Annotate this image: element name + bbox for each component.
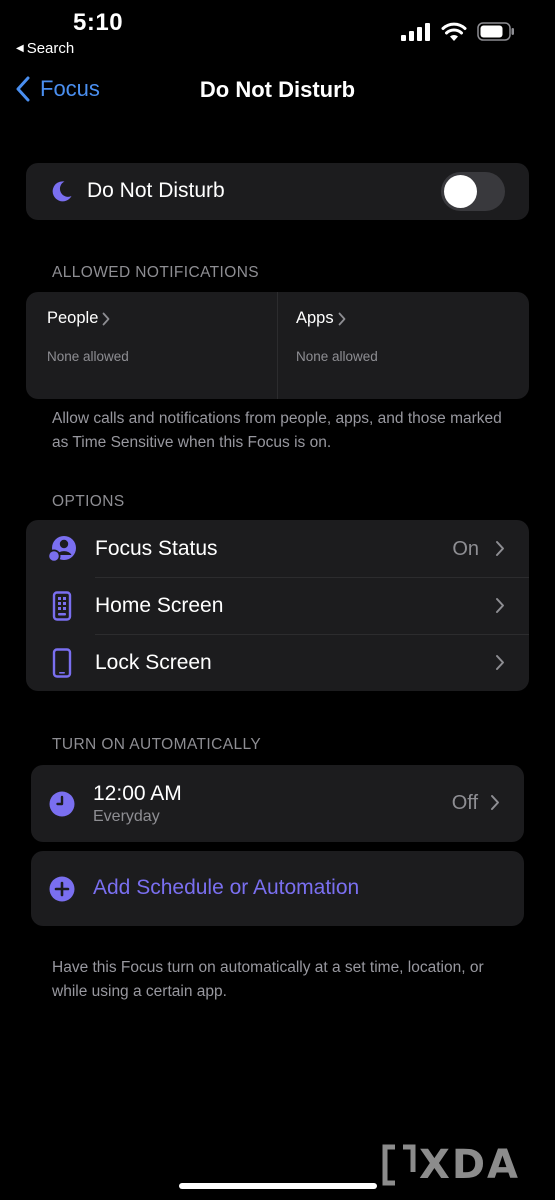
back-to-search-button[interactable]: ◀ Search	[16, 40, 74, 57]
schedule-time: 12:00 AM	[93, 782, 182, 805]
lock-screen-label: Lock Screen	[95, 651, 212, 674]
dnd-label: Do Not Disturb	[87, 179, 225, 202]
battery-icon	[477, 22, 514, 41]
dnd-toggle-row: Do Not Disturb	[26, 163, 529, 220]
wifi-icon	[441, 22, 467, 41]
back-app-label: Search	[26, 40, 75, 57]
chevron-right-icon	[491, 795, 499, 810]
focus-status-icon	[46, 534, 78, 564]
people-title: People	[47, 309, 99, 327]
focus-status-value: On	[452, 538, 479, 560]
status-icons	[401, 22, 515, 41]
automatic-footnote: Have this Focus turn on automatically at…	[52, 959, 484, 1000]
schedule-subtitle: Everyday	[93, 808, 160, 825]
allowed-footnote: Allow calls and notifications from peopl…	[52, 410, 502, 451]
people-subtitle: None allowed	[47, 349, 129, 364]
home-screen-icon	[46, 591, 78, 621]
moon-icon	[52, 181, 72, 202]
add-schedule-label: Add Schedule or Automation	[93, 876, 360, 899]
options-card: Focus Status On Home Screen Lock Screen	[26, 520, 529, 691]
xda-logo-text: XDA	[419, 1142, 520, 1188]
dnd-toggle-switch[interactable]	[441, 172, 505, 211]
people-allowed-button[interactable]: People None allowed	[26, 292, 277, 399]
options-header: OPTIONS	[52, 493, 125, 510]
home-indicator[interactable]	[179, 1183, 377, 1189]
lock-screen-icon	[46, 648, 78, 678]
allowed-notifications-header: ALLOWED NOTIFICATIONS	[52, 264, 260, 281]
chevron-right-icon	[496, 655, 504, 670]
chevron-right-icon	[496, 598, 504, 613]
toggle-knob	[444, 175, 477, 208]
clock-icon	[49, 791, 75, 817]
xda-bracket-icon	[382, 1144, 416, 1186]
xda-watermark-logo: XDA	[381, 1142, 520, 1188]
cellular-signal-icon	[401, 22, 430, 41]
schedule-row[interactable]: 12:00 AM Everyday Off	[31, 765, 524, 842]
home-screen-label: Home Screen	[95, 594, 224, 617]
schedule-status: Off	[451, 792, 478, 814]
focus-status-row[interactable]: Focus Status On	[26, 520, 529, 577]
status-time: 5:10	[73, 9, 124, 36]
home-screen-row[interactable]: Home Screen	[26, 577, 529, 634]
turn-on-automatically-header: TURN ON AUTOMATICALLY	[52, 736, 262, 753]
page-title: Do Not Disturb	[199, 77, 356, 102]
apps-subtitle: None allowed	[296, 349, 378, 364]
apps-title: Apps	[296, 309, 334, 327]
chevron-right-icon	[102, 312, 110, 325]
back-triangle-icon: ◀	[16, 43, 24, 54]
focus-status-label: Focus Status	[95, 537, 218, 560]
chevron-right-icon	[496, 541, 504, 556]
lock-screen-row[interactable]: Lock Screen	[26, 634, 529, 691]
allowed-notifications-card: People None allowed Apps None allowed	[26, 292, 529, 399]
plus-circle-icon	[49, 876, 75, 902]
apps-allowed-button[interactable]: Apps None allowed	[278, 292, 529, 399]
add-schedule-button[interactable]: Add Schedule or Automation	[31, 851, 524, 926]
chevron-right-icon	[338, 312, 346, 325]
